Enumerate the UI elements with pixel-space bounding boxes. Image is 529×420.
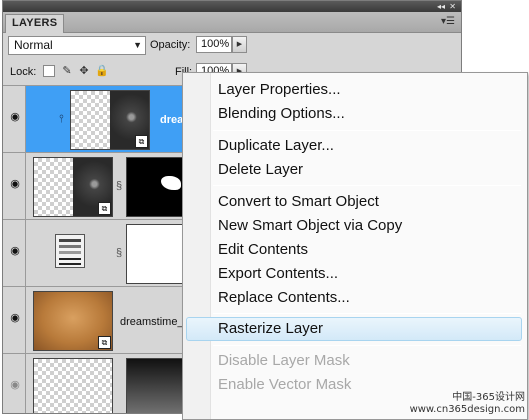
- blend-mode-value: Normal: [14, 38, 53, 52]
- eye-icon[interactable]: ◉: [8, 313, 22, 324]
- watermark: 中国-365设计网 www.cn365design.com: [410, 392, 525, 416]
- menu-item-edit-contents[interactable]: Edit Contents: [218, 238, 308, 262]
- menu-item-rasterize-layer[interactable]: Rasterize Layer: [218, 317, 323, 341]
- watermark-line-2: www.cn365design.com: [409, 404, 525, 415]
- opacity-slider-button[interactable]: ▶: [232, 36, 247, 53]
- opacity-input[interactable]: 100%: [196, 36, 232, 53]
- layer-context-menu: Layer Properties... Blending Options... …: [182, 72, 528, 420]
- eye-icon[interactable]: ◉: [8, 179, 22, 190]
- menu-item-layer-properties[interactable]: Layer Properties...: [218, 78, 341, 102]
- layer-name[interactable]: drea: [160, 113, 183, 127]
- lock-label: Lock:: [10, 66, 37, 78]
- layer-thumbnail: ⧉: [33, 157, 113, 217]
- lock-all-icon[interactable]: 🔒: [95, 65, 109, 77]
- menu-separator: [213, 313, 521, 314]
- menu-icon-gutter: [183, 73, 211, 419]
- menu-item-enable-vector-mask: Enable Vector Mask: [218, 376, 352, 393]
- eye-icon[interactable]: ◉: [8, 246, 22, 257]
- eye-icon[interactable]: ◉: [8, 380, 22, 391]
- layer-mask-thumbnail[interactable]: [126, 157, 186, 217]
- menu-item-new-smart-object-via-copy[interactable]: New Smart Object via Copy: [218, 214, 402, 238]
- layer-mask-thumbnail[interactable]: [126, 224, 186, 284]
- smart-object-icon: ⧉: [135, 135, 148, 148]
- menu-item-replace-contents[interactable]: Replace Contents...: [218, 286, 350, 310]
- lock-move-icon[interactable]: ✥: [78, 65, 90, 77]
- visibility-cell[interactable]: ◉: [3, 220, 26, 286]
- link-icon: ⫯: [59, 113, 64, 125]
- visibility-cell[interactable]: ◉: [3, 86, 26, 152]
- adjustment-levels-icon: [55, 234, 85, 268]
- menu-separator: [213, 130, 521, 131]
- lock-transparent-icon[interactable]: [43, 65, 55, 77]
- menu-separator: [213, 345, 521, 346]
- visibility-cell[interactable]: ◉: [3, 153, 26, 219]
- mask-shape: [161, 176, 181, 190]
- panel-tab-row: LAYERS ▾☰: [3, 12, 461, 33]
- chain-link-icon[interactable]: §: [116, 181, 122, 192]
- blend-mode-select[interactable]: Normal ▼: [8, 36, 146, 55]
- menu-item-disable-layer-mask: Disable Layer Mask: [218, 352, 350, 369]
- smart-object-icon: ⧉: [98, 202, 111, 215]
- menu-item-duplicate-layer[interactable]: Duplicate Layer...: [218, 134, 334, 158]
- smart-object-icon: ⧉: [98, 336, 111, 349]
- eye-icon[interactable]: ◉: [8, 112, 22, 123]
- layer-thumbnail: ⧉: [33, 291, 113, 351]
- menu-item-delete-layer[interactable]: Delete Layer: [218, 158, 303, 182]
- chevron-down-icon: ▼: [133, 40, 142, 50]
- visibility-cell[interactable]: ◉: [3, 287, 26, 353]
- menu-separator: [213, 185, 521, 186]
- opacity-label: Opacity:: [150, 39, 191, 51]
- menu-item-blending-options[interactable]: Blending Options...: [218, 102, 345, 126]
- menu-item-export-contents[interactable]: Export Contents...: [218, 262, 338, 286]
- panel-menu-icon[interactable]: ▾☰: [441, 16, 455, 28]
- visibility-cell[interactable]: ◉: [3, 354, 26, 413]
- panel-titlebar[interactable]: ◂◂ ✕: [3, 1, 461, 12]
- layer-thumbnail: ⧉: [70, 90, 150, 150]
- tab-layers[interactable]: LAYERS: [5, 14, 65, 33]
- layer-thumbnail: [33, 358, 113, 413]
- double-arrow-icon[interactable]: ◂◂: [437, 1, 445, 12]
- layer-name[interactable]: dreamstime_: [120, 315, 184, 329]
- lock-brush-icon[interactable]: ✎: [61, 65, 73, 77]
- menu-item-convert-to-smart-object[interactable]: Convert to Smart Object: [218, 190, 379, 214]
- layer-mask-thumbnail[interactable]: [126, 358, 186, 413]
- close-icon[interactable]: ✕: [449, 1, 456, 12]
- chain-link-icon[interactable]: §: [116, 248, 122, 259]
- watermark-line-1: 中国-365设计网: [452, 392, 525, 403]
